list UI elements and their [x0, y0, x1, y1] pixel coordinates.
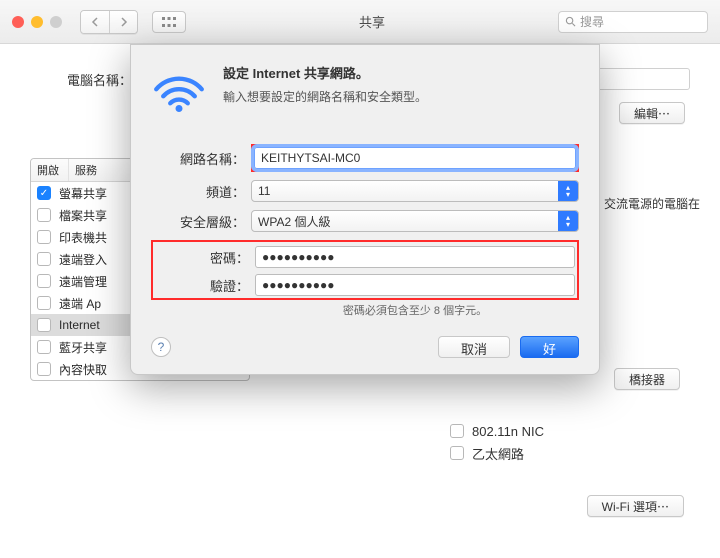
bridge-button[interactable]: 橋接器 [614, 368, 680, 390]
service-label: 藍牙共享 [59, 339, 107, 356]
label-verify: 驗證： [155, 276, 255, 295]
service-label: 螢幕共享 [59, 185, 107, 202]
edit-button[interactable]: 編輯⋯ [619, 102, 685, 124]
label-channel: 頻道： [151, 182, 251, 201]
service-checkbox[interactable] [37, 186, 51, 200]
forward-button[interactable] [109, 11, 137, 33]
help-button[interactable]: ? [151, 337, 171, 357]
header-on: 開啟 [31, 159, 69, 181]
service-label: Internet [59, 318, 100, 332]
search-input[interactable]: 搜尋 [558, 11, 708, 33]
service-label: 遠端登入 [59, 251, 107, 268]
service-checkbox[interactable] [37, 230, 51, 244]
sheet-subtitle: 輸入想要設定的網路名稱和安全類型。 [223, 88, 427, 105]
chevron-updown-icon [558, 181, 578, 201]
zoom-window-button[interactable] [50, 16, 62, 28]
port-label: 802.11n NIC [472, 424, 544, 439]
titlebar: 共享 搜尋 [0, 0, 720, 44]
search-placeholder: 搜尋 [580, 13, 604, 30]
label-security: 安全層級： [151, 212, 251, 231]
minimize-window-button[interactable] [31, 16, 43, 28]
service-label: 遠端 Ap [59, 295, 101, 312]
chevron-updown-icon [558, 211, 578, 231]
nav-buttons [80, 10, 138, 34]
service-label: 內容快取 [59, 361, 107, 378]
close-window-button[interactable] [12, 16, 24, 28]
wifi-icon [151, 63, 207, 122]
checkbox[interactable] [450, 446, 464, 460]
service-checkbox[interactable] [37, 252, 51, 266]
service-checkbox[interactable] [37, 318, 51, 332]
service-checkbox[interactable] [37, 208, 51, 222]
label-password: 密碼： [155, 248, 255, 267]
verify-input[interactable]: ●●●●●●●●●● [255, 274, 575, 296]
service-label: 印表機共 [59, 229, 107, 246]
password-input[interactable]: ●●●●●●●●●● [255, 246, 575, 268]
list-item[interactable]: 802.11n NIC [450, 420, 690, 442]
checkbox[interactable] [450, 424, 464, 438]
internet-sharing-sheet: 設定 Internet 共享網路。 輸入想要設定的網路名稱和安全類型。 網路名稱… [130, 44, 600, 375]
back-button[interactable] [81, 11, 109, 33]
sheet-title: 設定 Internet 共享網路。 [223, 63, 427, 82]
show-all-button[interactable] [152, 11, 186, 33]
window-title: 共享 [194, 12, 550, 31]
service-checkbox[interactable] [37, 296, 51, 310]
channel-select[interactable]: 11 [251, 180, 579, 202]
service-checkbox[interactable] [37, 340, 51, 354]
cancel-button[interactable]: 取消 [438, 336, 510, 358]
port-label: 乙太網路 [472, 444, 524, 463]
service-checkbox[interactable] [37, 274, 51, 288]
security-select[interactable]: WPA2 個人級 [251, 210, 579, 232]
wifi-options-button[interactable]: Wi-Fi 選項⋯ [587, 495, 684, 517]
port-list: 802.11n NIC 乙太網路 [450, 420, 690, 464]
network-name-input[interactable]: KEITHYTSAI-MC0 [254, 147, 576, 169]
service-label: 遠端管理 [59, 273, 107, 290]
list-item[interactable]: 乙太網路 [450, 442, 690, 464]
label-network-name: 網路名稱： [151, 149, 251, 168]
search-icon [565, 16, 576, 27]
sheet-form: 網路名稱： KEITHYTSAI-MC0 頻道： 11 安全層級： WPA2 個… [151, 144, 579, 318]
traffic-lights [12, 16, 62, 28]
ok-button[interactable]: 好 [520, 336, 579, 358]
side-note: 交流電源的電腦在 [604, 195, 700, 212]
service-label: 檔案共享 [59, 207, 107, 224]
computer-name-label: 電腦名稱： [30, 70, 132, 89]
password-hint: 密碼必須包含至少 8 個字元。 [251, 302, 579, 318]
service-checkbox[interactable] [37, 362, 51, 376]
